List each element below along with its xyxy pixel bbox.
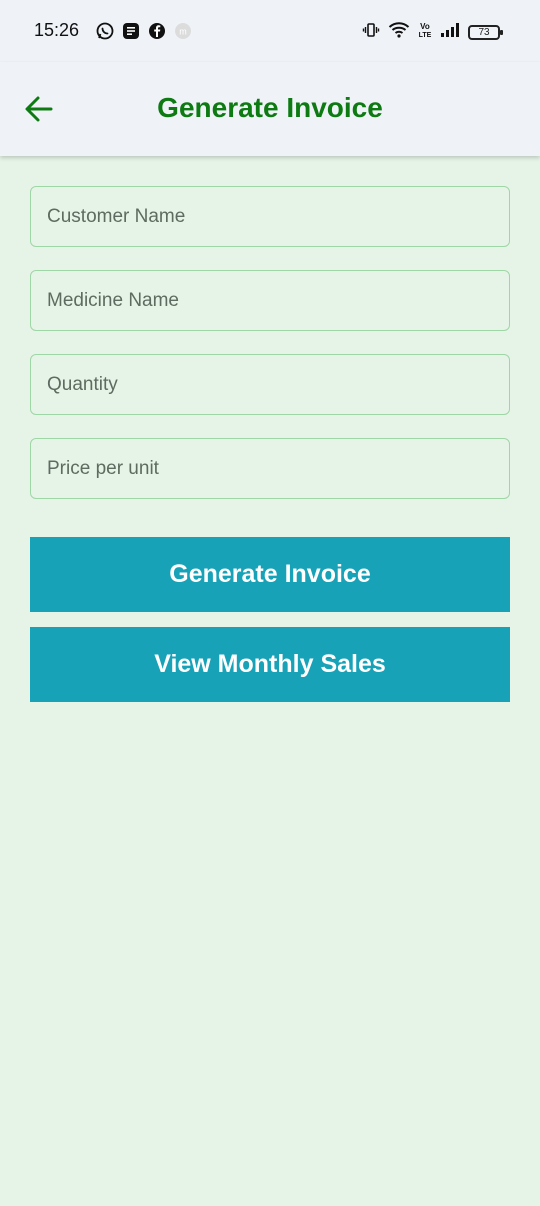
svg-text:Vo: Vo <box>420 22 430 31</box>
price-per-unit-field[interactable] <box>30 438 510 499</box>
app-icon: m <box>174 22 192 40</box>
signal-icon <box>440 22 460 43</box>
svg-text:m: m <box>179 27 187 37</box>
notes-icon <box>122 22 140 40</box>
battery-level: 73 <box>478 27 490 38</box>
svg-text:LTE: LTE <box>419 32 432 39</box>
notification-icons: m <box>96 22 192 40</box>
generate-invoice-button[interactable]: Generate Invoice <box>30 537 510 612</box>
app-bar: Generate Invoice <box>0 62 540 156</box>
facebook-icon <box>148 22 166 40</box>
customer-name-field[interactable] <box>30 186 510 247</box>
quantity-field[interactable] <box>30 354 510 415</box>
volte-icon: Vo LTE <box>418 21 432 44</box>
wifi-icon <box>388 21 410 44</box>
whatsapp-icon <box>96 22 114 40</box>
status-bar: 15:26 m Vo LTE 73 <box>0 0 540 62</box>
system-icons: Vo LTE 73 <box>362 21 503 44</box>
view-monthly-sales-button[interactable]: View Monthly Sales <box>30 627 510 702</box>
vibrate-icon <box>362 21 380 44</box>
status-time: 15:26 <box>34 20 80 40</box>
page-title: Generate Invoice <box>157 92 383 123</box>
battery-icon: 73 <box>468 25 503 40</box>
medicine-name-field[interactable] <box>30 270 510 331</box>
